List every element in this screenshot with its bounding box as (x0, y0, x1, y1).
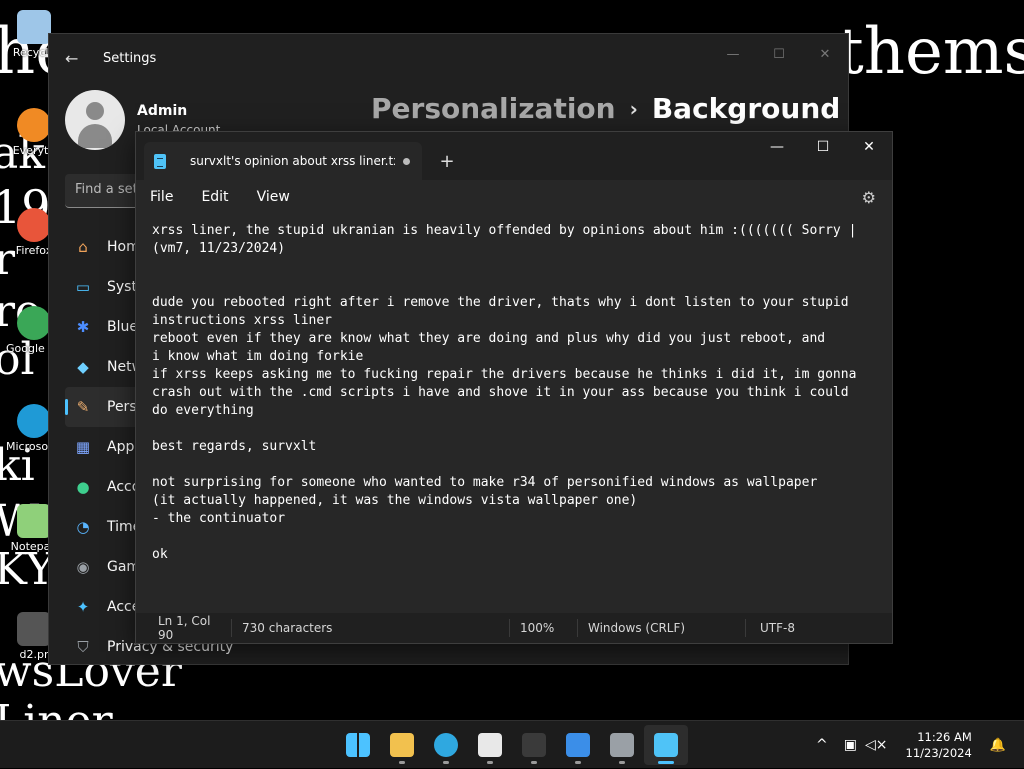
wifi-icon: ◆ (77, 358, 89, 376)
notepad-window-controls: — ☐ ✕ (754, 132, 892, 162)
taskbar-file-explorer-button[interactable] (380, 725, 424, 765)
running-indicator (619, 761, 625, 764)
minimize-button[interactable]: — (710, 40, 756, 68)
gamepad-icon: ◉ (76, 558, 90, 576)
taskbar-terminal-button[interactable] (512, 725, 556, 765)
running-indicator (443, 761, 449, 764)
firefox-icon (17, 208, 51, 242)
taskbar-apps (336, 725, 688, 765)
notepad-icon (654, 733, 678, 757)
brush-icon: ✎ (76, 398, 90, 416)
minimize-button[interactable]: — (754, 132, 800, 162)
close-button[interactable]: ✕ (802, 40, 848, 68)
cursor-position: Ln 1, Col 90 (136, 614, 232, 642)
wallpaper-text: Liner (0, 700, 113, 721)
windows-logo-icon (346, 733, 370, 757)
shield-icon: ⛉ (77, 638, 89, 656)
running-indicator (658, 761, 674, 764)
everything-icon (17, 108, 51, 142)
notepad-icon (17, 504, 51, 538)
character-count: 730 characters (232, 619, 510, 637)
zoom-level[interactable]: 100% (510, 619, 578, 637)
taskbar-settings-button[interactable] (600, 725, 644, 765)
clock-icon: ◔ (76, 518, 90, 536)
file-icon (17, 612, 51, 646)
status-bar: Ln 1, Col 90 730 characters 100% Windows… (136, 613, 892, 643)
notepad-doc-icon (154, 153, 166, 169)
back-arrow-icon[interactable]: ← (65, 49, 83, 68)
clock[interactable]: 11:26 AM 11/23/2024 (906, 729, 972, 761)
edge-icon (17, 404, 51, 438)
running-indicator (399, 761, 405, 764)
encoding[interactable]: UTF-8 (746, 619, 805, 637)
chrome-icon (17, 306, 51, 340)
text-editor[interactable]: xrss liner, the stupid ukranian is heavi… (136, 214, 892, 612)
wallpaper-text: KY (0, 544, 55, 595)
menu-view[interactable]: View (247, 189, 300, 205)
store-icon (478, 733, 502, 757)
unsaved-indicator-icon[interactable] (403, 157, 410, 165)
taskbar-edge-button[interactable] (424, 725, 468, 765)
page-title: Background (651, 92, 841, 125)
taskbar-paint-button[interactable] (556, 725, 600, 765)
menu-file[interactable]: File (140, 189, 183, 205)
folder-icon (390, 733, 414, 757)
running-indicator (575, 761, 581, 764)
breadcrumb: Personalization › Background (371, 92, 840, 125)
close-button[interactable]: ✕ (846, 132, 892, 162)
bluetooth-icon: ✱ (76, 318, 90, 336)
settings-window-controls: — ☐ ✕ (710, 40, 848, 68)
person-icon: ● (76, 478, 90, 496)
taskbar-store-button[interactable] (468, 725, 512, 765)
terminal-icon (522, 733, 546, 757)
user-name: Admin (137, 103, 188, 119)
taskbar-start-button[interactable] (336, 725, 380, 765)
clock-date: 11/23/2024 (905, 746, 972, 760)
menu-edit[interactable]: Edit (191, 189, 238, 205)
maximize-button[interactable]: ☐ (800, 132, 846, 162)
paint-icon (566, 733, 590, 757)
wallpaper-text: thems (838, 15, 1024, 89)
notification-bell-icon[interactable]: 🔔 (990, 738, 1006, 753)
notepad-tab-bar: survxlt's opinion about xrss liner.tx + … (136, 132, 892, 180)
notepad-menu-bar: File Edit View ⚙ (136, 180, 892, 214)
running-indicator (531, 761, 537, 764)
edge-icon (434, 733, 458, 757)
desktop: he thems ak 19 r ro ol ki W KY wsLover L… (0, 0, 1024, 720)
line-ending[interactable]: Windows (CRLF) (578, 619, 746, 637)
recycle-bin-icon (17, 10, 51, 44)
tray-overflow-icon[interactable]: ^ (816, 737, 828, 753)
breadcrumb-separator: › (629, 96, 638, 121)
new-tab-button[interactable]: + (430, 142, 464, 180)
breadcrumb-parent[interactable]: Personalization (371, 92, 616, 125)
notepad-window: survxlt's opinion about xrss liner.tx + … (135, 131, 893, 644)
maximize-button[interactable]: ☐ (756, 40, 802, 68)
settings-title: Settings (103, 50, 157, 66)
system-tray: ^ ▣ ◁× 11:26 AM 11/23/2024 🔔 (808, 721, 1014, 769)
accessibility-icon: ✦ (76, 598, 90, 616)
monitor-icon: ▭ (75, 278, 91, 296)
taskbar: ^ ▣ ◁× 11:26 AM 11/23/2024 🔔 (0, 720, 1024, 768)
clock-time: 11:26 AM (917, 730, 972, 744)
tab-title: survxlt's opinion about xrss liner.tx (190, 154, 395, 168)
home-icon: ⌂ (78, 238, 88, 256)
running-indicator (487, 761, 493, 764)
network-icon[interactable]: ▣ (844, 737, 857, 753)
gear-icon[interactable]: ⚙ (862, 188, 876, 207)
notepad-tab[interactable]: survxlt's opinion about xrss liner.tx (144, 142, 422, 180)
gear-icon (610, 733, 634, 757)
avatar (65, 90, 125, 150)
apps-icon: ▦ (75, 438, 91, 456)
volume-muted-icon[interactable]: ◁× (865, 737, 888, 753)
taskbar-notepad-button[interactable] (644, 725, 688, 765)
